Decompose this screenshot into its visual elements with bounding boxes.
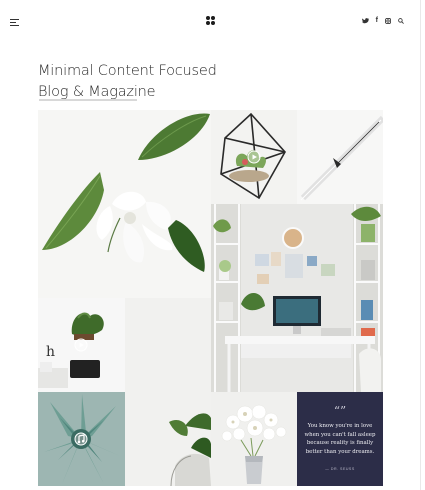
page-title-line-1: Minimal Content Focused [38, 63, 217, 79]
quote-text: You know you're in love when you can't f… [304, 423, 376, 455]
hamburger-icon[interactable] [10, 19, 19, 26]
twitter-icon[interactable] [361, 18, 369, 24]
vase-image [125, 298, 211, 486]
post-tile-pen[interactable] [297, 110, 383, 204]
post-tile-terrarium[interactable] [211, 110, 297, 204]
video-play-icon[interactable] [74, 338, 88, 352]
page-title: Minimal Content Focused Blog & Magazine [38, 61, 278, 103]
post-tile-quote[interactable]: “” You know you're in love when you can'… [297, 392, 383, 486]
video-play-icon[interactable] [247, 150, 261, 164]
social-links: f [361, 16, 404, 26]
pen-image [297, 110, 383, 204]
quote-author: — DR. SEUSS [325, 467, 355, 471]
post-tile-vase[interactable] [125, 298, 211, 486]
quote-mark: “” [333, 404, 347, 418]
audio-note-icon[interactable] [74, 432, 88, 446]
post-tile-succulent[interactable] [38, 392, 125, 486]
post-tile-flowers[interactable] [211, 392, 297, 486]
search-icon[interactable] [398, 18, 404, 24]
post-tile-plant[interactable]: h [38, 298, 125, 392]
post-tile-office[interactable] [211, 204, 383, 392]
facebook-icon[interactable]: f [376, 16, 378, 26]
page-title-line-2: Blog & Magazine [38, 84, 156, 100]
flowers-image [211, 392, 297, 486]
svg-text:h: h [46, 344, 55, 360]
page: f Minimal Content Focused Blog & Magazin… [0, 0, 421, 490]
office-image [211, 204, 383, 392]
post-tile-flower[interactable] [38, 110, 211, 298]
four-dot-logo[interactable] [206, 16, 216, 26]
flower-image [38, 110, 211, 298]
instagram-icon[interactable] [385, 18, 391, 24]
